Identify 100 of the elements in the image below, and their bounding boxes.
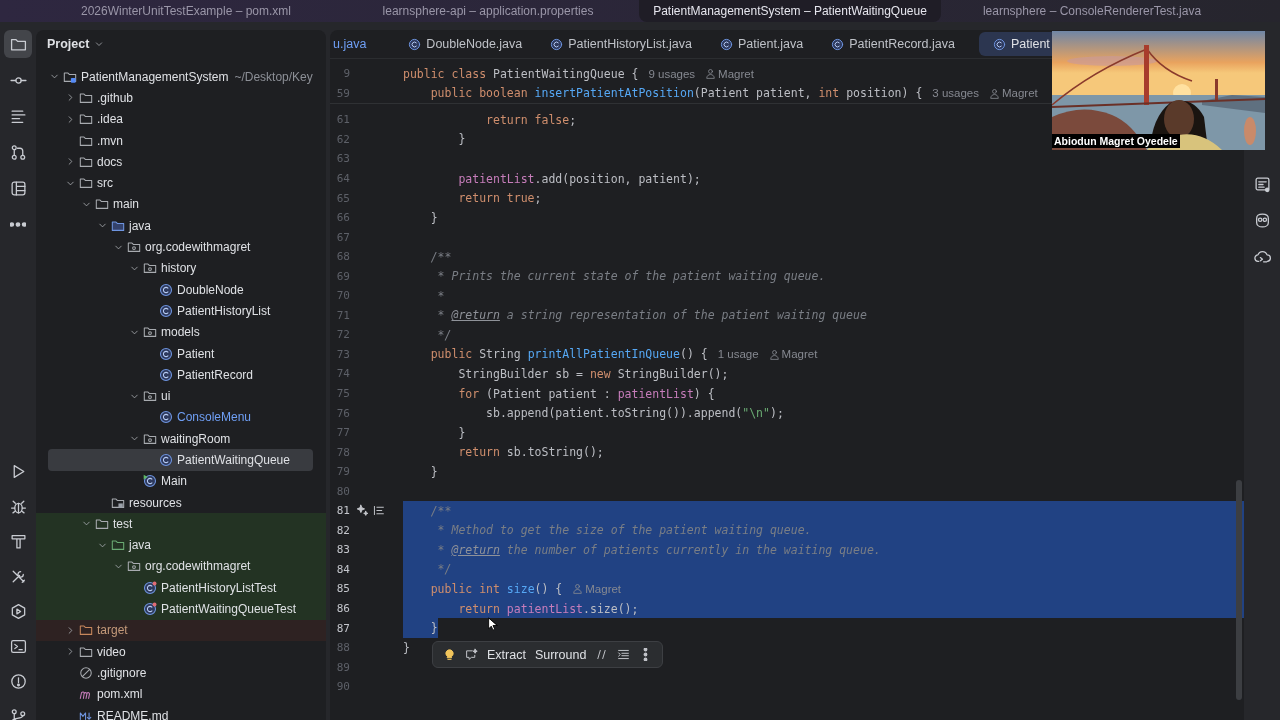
tree-item[interactable]: PatientWaitingQueueTest (36, 598, 326, 620)
line-number: 68 (335, 250, 350, 264)
line-number: 79 (335, 465, 350, 479)
line-number: 75 (335, 387, 350, 400)
window-tab[interactable]: 2026WinterUnitTestExample – pom.xml (35, 0, 337, 22)
tree-item[interactable]: pom.xml (36, 683, 326, 705)
line-number: 83 (335, 543, 350, 557)
tree-item[interactable]: ConsoleMenu (36, 406, 326, 429)
line-number: 71 (335, 308, 350, 322)
tool-window-button[interactable] (4, 30, 32, 58)
tree-item[interactable]: PatientWaitingQueue (48, 449, 313, 471)
tree-item[interactable]: resources (36, 491, 326, 514)
tree-item[interactable]: docs (36, 151, 326, 173)
sparkle-icon[interactable] (356, 504, 369, 518)
line-number: 84 (335, 562, 350, 576)
usages-hint[interactable]: 3 usages (932, 87, 979, 100)
ai-edit-icon[interactable] (465, 648, 478, 661)
tree-item[interactable]: test (36, 513, 326, 535)
tree-item[interactable]: PatientHistoryList (36, 300, 326, 322)
format-icon[interactable] (617, 648, 631, 661)
line-number: 61 (335, 113, 350, 127)
window-tab[interactable]: learnsphere – ConsoleRendererTest.java (941, 0, 1243, 22)
line-number: 73 (335, 347, 350, 361)
tree-item[interactable]: waitingRoom (36, 428, 326, 450)
toolbar-button[interactable]: Surround (534, 647, 587, 662)
class-icon (159, 282, 173, 297)
class-icon (159, 346, 173, 361)
tree-item[interactable]: history (36, 257, 326, 279)
editor-tab[interactable]: PatientHistoryList.java (536, 32, 706, 56)
tree-item[interactable]: README.md (36, 704, 326, 720)
author-name[interactable]: Magret (781, 348, 818, 361)
tree-item[interactable]: main (36, 193, 326, 216)
mouse-pointer-icon (486, 616, 500, 632)
line-number: 78 (335, 445, 350, 459)
editor-tab[interactable]: DoubleNode.java (394, 32, 537, 56)
usages-hint[interactable]: 9 usages (648, 67, 696, 80)
folder-icon (79, 90, 93, 105)
code-line: * @return a string representation of the patient waiting queue (436, 308, 867, 323)
lines-icon[interactable] (372, 504, 385, 518)
project-path: ~/Desktop/Key (234, 69, 313, 84)
person-icon (768, 348, 780, 360)
usages-hint[interactable]: 1 usage (717, 348, 759, 361)
tree-item[interactable]: org.codewithmagret (36, 236, 326, 258)
code-line: /** (429, 249, 452, 264)
tree-item[interactable]: models (36, 321, 326, 343)
tree-item[interactable]: Main (36, 470, 326, 492)
tree-item[interactable]: ui (36, 385, 326, 407)
tree-item[interactable]: .github (36, 87, 326, 109)
folder-icon (79, 133, 93, 148)
line-number: 72 (335, 328, 350, 342)
problems-icon (9, 672, 27, 690)
scrollbar-thumb[interactable] (1236, 480, 1242, 700)
code-line: StringBuilder sb = new StringBuilder(); (457, 366, 729, 381)
module-folder-icon (63, 69, 77, 84)
comment-icon[interactable] (595, 648, 609, 661)
window-tab[interactable]: PatientManagementSystem – PatientWaitingQueue (639, 0, 941, 22)
tree-item[interactable]: PatientHistoryListTest (36, 577, 326, 599)
more-icon (10, 221, 26, 227)
line-number: 59 (335, 86, 350, 100)
editor-tab[interactable]: Patient.java (705, 32, 818, 56)
line-number: 76 (335, 406, 350, 420)
editor-tab[interactable]: Patient (978, 32, 1052, 56)
lightbulb-icon[interactable] (443, 648, 456, 661)
person-icon (572, 583, 584, 595)
window-tab[interactable]: learnsphere-api – application.properties (337, 0, 639, 22)
tree-item[interactable]: target (36, 619, 326, 641)
line-number: 88 (335, 641, 350, 655)
editor-tab[interactable]: u.java (330, 32, 395, 56)
folder-icon (95, 516, 109, 531)
code-line: public String printAllPatientInQueue() { (429, 347, 708, 362)
class-icon (992, 37, 1006, 51)
author-name[interactable]: Magret (1002, 87, 1038, 100)
tree-item[interactable]: PatientManagementSystem ~/Desktop/Key (36, 66, 326, 88)
tree-item[interactable]: .mvn (36, 129, 326, 152)
tree-item[interactable]: src (36, 172, 326, 194)
author-name[interactable]: Magret (718, 67, 754, 80)
tree-item[interactable]: video (36, 641, 326, 663)
code-line: } (457, 425, 466, 440)
tree-item[interactable]: java (36, 534, 326, 556)
tree-item[interactable]: java (36, 215, 326, 237)
folder-icon (79, 644, 93, 659)
folder-icon (79, 154, 93, 169)
panel-title[interactable]: Project (47, 37, 90, 51)
tree-item[interactable]: .gitignore (36, 662, 326, 684)
line-number: 80 (335, 484, 350, 498)
class-icon (719, 37, 733, 51)
tree-item[interactable]: Patient (36, 342, 326, 365)
editor-tab[interactable]: PatientRecord.java (817, 32, 969, 56)
package-icon (127, 559, 141, 574)
tree-item[interactable]: DoubleNode (36, 278, 326, 301)
code-line: */ (436, 562, 452, 577)
code-line: } (429, 210, 438, 225)
tree-item[interactable]: .idea (36, 108, 326, 130)
folder-icon (79, 176, 93, 191)
toolbar-button[interactable]: Extract (487, 647, 526, 662)
tree-item[interactable]: PatientRecord (36, 364, 326, 386)
class-icon (550, 37, 564, 51)
services-icon (9, 602, 27, 620)
tree-item[interactable]: org.codewithmagret (36, 555, 326, 578)
layout-icon (9, 179, 27, 197)
